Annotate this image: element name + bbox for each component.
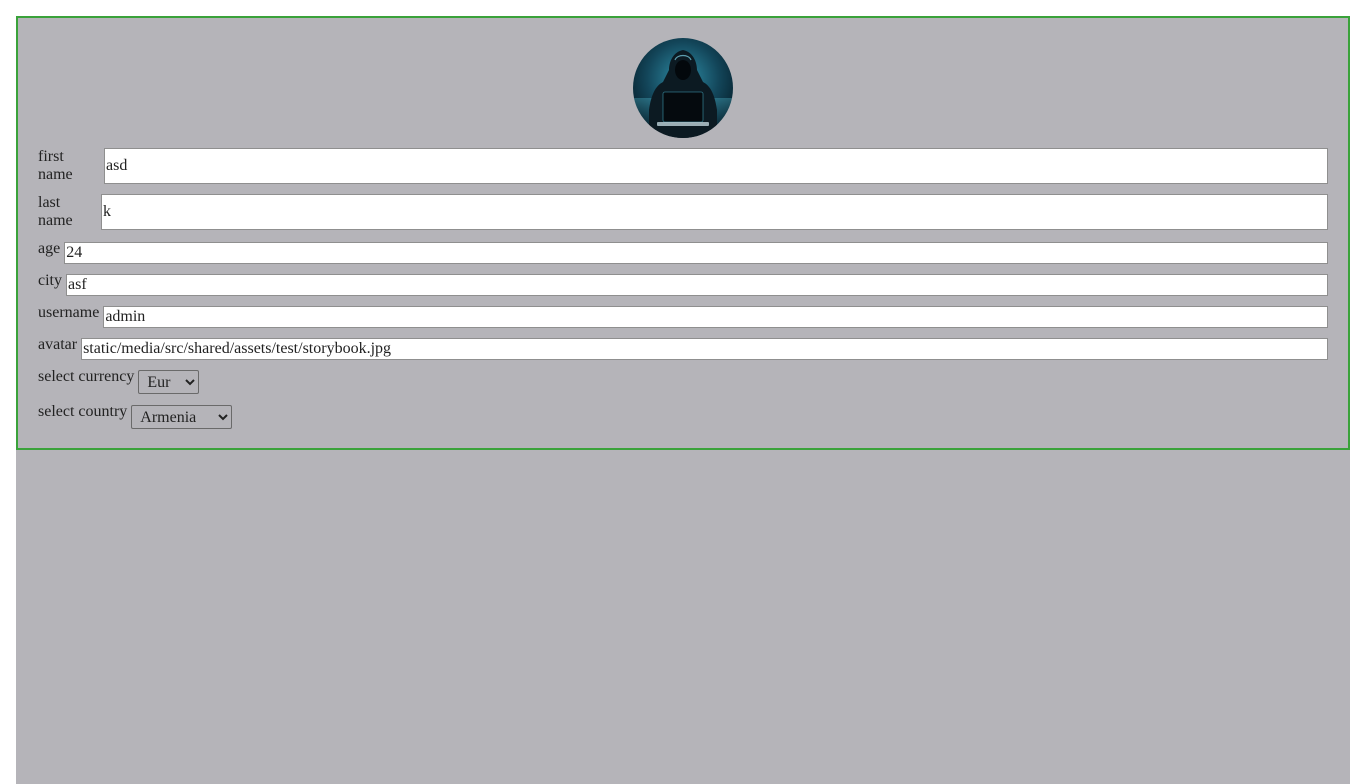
currency-select[interactable]: Eur (138, 370, 200, 394)
first-name-row: first name (38, 148, 1328, 184)
profile-card: first name last name age city username a… (16, 16, 1350, 450)
currency-row: select currency Eur (38, 368, 1328, 394)
country-select[interactable]: Armenia (131, 405, 233, 429)
last-name-label: last name (38, 194, 73, 229)
first-name-input[interactable] (104, 148, 1328, 184)
last-name-input[interactable] (101, 194, 1328, 230)
first-name-label: first name (38, 148, 73, 183)
country-label: select country (38, 403, 128, 420)
hooded-hacker-avatar-icon (633, 38, 733, 138)
age-row: age (38, 240, 1328, 264)
username-input[interactable] (103, 306, 1328, 328)
username-row: username (38, 304, 1328, 328)
country-row: select country Armenia (38, 403, 1328, 429)
city-row: city (38, 272, 1328, 296)
username-label: username (38, 304, 100, 321)
age-input[interactable] (64, 242, 1328, 264)
avatar (633, 38, 733, 138)
avatar-input[interactable] (81, 338, 1328, 360)
currency-label: select currency (38, 368, 135, 385)
avatar-label: avatar (38, 336, 78, 353)
age-label: age (38, 240, 61, 257)
city-label: city (38, 272, 62, 289)
city-input[interactable] (66, 274, 1328, 296)
last-name-row: last name (38, 194, 1328, 230)
avatar-row: avatar (38, 336, 1328, 360)
